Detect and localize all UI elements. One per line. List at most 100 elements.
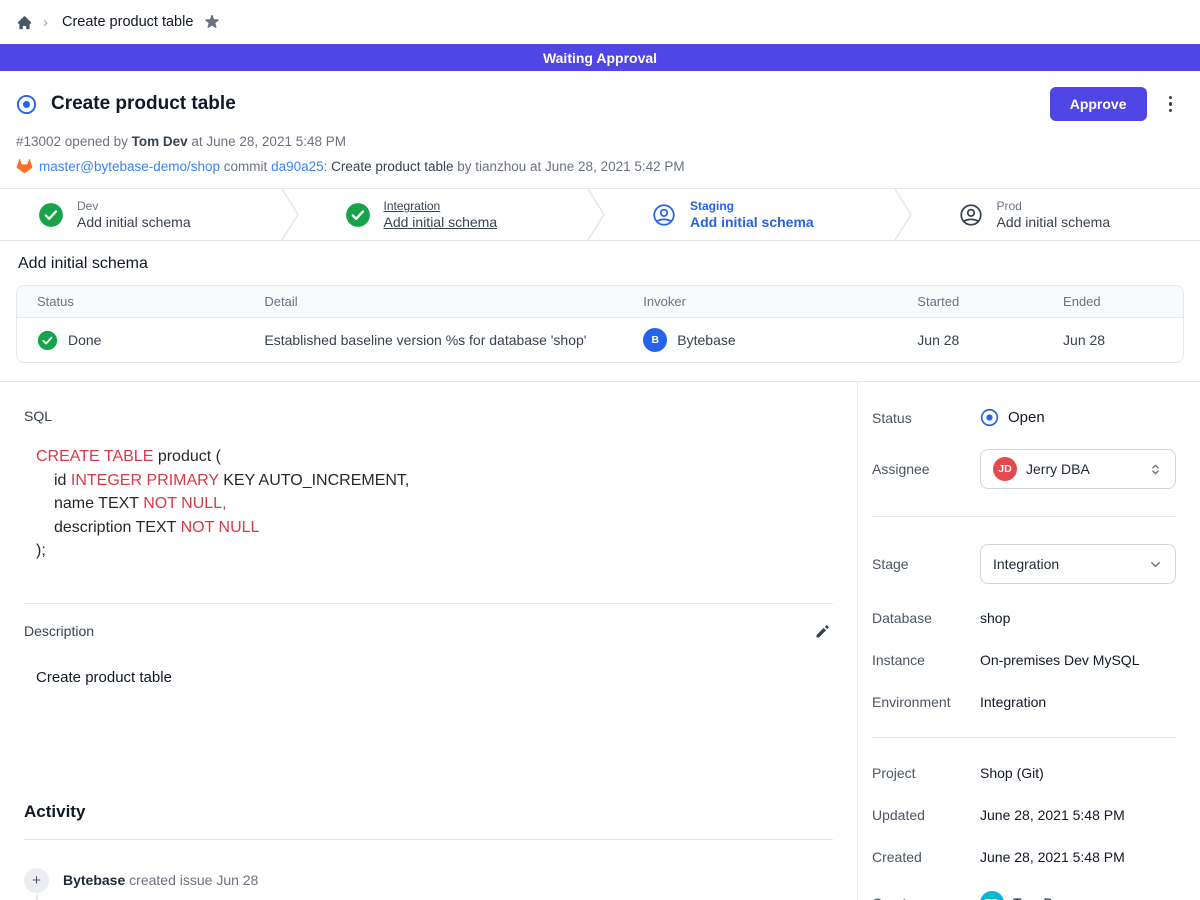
branch-repo-link[interactable]: master@bytebase-demo/shop	[39, 159, 220, 174]
created-value: June 28, 2021 5:48 PM	[980, 849, 1176, 865]
stage-env-label: Staging	[690, 199, 814, 213]
issue-number: #13002 opened by	[16, 134, 132, 149]
column-invoker: Invoker	[623, 286, 897, 318]
check-circle-icon	[345, 202, 371, 228]
database-value: shop	[980, 610, 1176, 626]
task-started: Jun 28	[917, 332, 959, 348]
instance-row: Instance On-premises Dev MySQL	[872, 652, 1176, 668]
environment-row: Environment Integration	[872, 694, 1176, 710]
divider	[24, 603, 833, 604]
created-row: Created June 28, 2021 5:48 PM	[872, 849, 1176, 865]
database-label: Database	[872, 610, 980, 626]
up-down-chevrons-icon	[1148, 462, 1163, 477]
vcs-commit-line: master@bytebase-demo/shop commit da90a25…	[16, 158, 1178, 174]
description-text: Create product table	[36, 669, 833, 686]
sql-line: name TEXT NOT NULL,	[36, 492, 833, 516]
stage-env-label: Prod	[997, 199, 1111, 213]
task-ended: Jun 28	[1063, 332, 1105, 348]
stage-staging[interactable]: StagingAdd initial schema	[613, 189, 894, 240]
assignee-row: Assignee JD Jerry DBA	[872, 449, 1176, 489]
stage-separator	[894, 189, 920, 240]
stage-dev[interactable]: DevAdd initial schema	[0, 189, 281, 240]
stage-separator	[587, 189, 613, 240]
stage-row: Stage Integration	[872, 544, 1176, 584]
column-status: Status	[17, 286, 244, 318]
task-heading: Add initial schema	[18, 255, 1184, 273]
environment-label: Environment	[872, 694, 980, 710]
approve-button[interactable]: Approve	[1050, 87, 1147, 121]
home-icon[interactable]	[16, 14, 33, 31]
table-header-row: Status Detail Invoker Started Ended	[17, 286, 1183, 318]
stage-integration[interactable]: IntegrationAdd initial schema	[307, 189, 588, 240]
assignee-value: Jerry DBA	[1026, 461, 1139, 477]
edit-description-pencil-icon[interactable]	[812, 621, 833, 642]
check-circle-icon	[38, 202, 64, 228]
more-actions-kebab-icon[interactable]	[1163, 92, 1179, 117]
open-status-icon	[980, 408, 999, 427]
breadcrumb: › Create product table	[0, 0, 1200, 44]
assignee-avatar: JD	[993, 457, 1017, 481]
created-label: Created	[872, 849, 980, 865]
issue-author: Tom Dev	[132, 134, 188, 149]
updated-value: June 28, 2021 5:48 PM	[980, 807, 1176, 823]
assignee-select[interactable]: JD Jerry DBA	[980, 449, 1176, 489]
stage-task-label: Add initial schema	[997, 214, 1111, 230]
pipeline-stages: DevAdd initial schema IntegrationAdd ini…	[0, 188, 1200, 241]
environment-value: Integration	[980, 694, 1176, 710]
plus-icon: +	[24, 868, 49, 893]
stage-task-label: Add initial schema	[690, 214, 814, 230]
stage-env-label: Dev	[77, 199, 191, 213]
column-started: Started	[897, 286, 1043, 318]
activity-heading: Activity	[24, 802, 833, 822]
divider	[24, 839, 833, 840]
commit-message: Create product table	[331, 159, 453, 174]
activity-item: + Bytebase created issue Jun 28	[24, 868, 833, 893]
sql-line: CREATE TABLE product (	[36, 445, 833, 469]
star-icon[interactable]	[203, 13, 221, 31]
issue-meta: #13002 opened by Tom Dev at June 28, 202…	[16, 134, 1178, 149]
sql-statement: CREATE TABLE product ( id INTEGER PRIMAR…	[36, 445, 833, 563]
commit-byline: by tianzhou at June 28, 2021 5:42 PM	[453, 159, 684, 174]
database-row: Database shop	[872, 610, 1176, 626]
creator-label: Creator	[872, 895, 980, 900]
issue-header: Create product table Approve #13002 open…	[0, 71, 1200, 188]
sql-line: id INTEGER PRIMARY KEY AUTO_INCREMENT,	[36, 469, 833, 493]
sql-label: SQL	[24, 408, 833, 424]
instance-label: Instance	[872, 652, 980, 668]
chevron-right-icon: ›	[43, 14, 48, 31]
stage-label: Stage	[872, 556, 980, 572]
project-label: Project	[872, 765, 980, 781]
waiting-approval-banner: Waiting Approval	[0, 44, 1200, 71]
task-status: Done	[68, 332, 101, 348]
stage-task-label: Add initial schema	[77, 214, 191, 230]
colon: :	[324, 159, 332, 174]
sql-line: );	[36, 539, 833, 563]
status-row: Status Open	[872, 408, 1176, 427]
column-detail: Detail	[244, 286, 623, 318]
banner-text: Waiting Approval	[543, 50, 657, 66]
stage-task-label: Add initial schema	[384, 214, 498, 230]
updated-row: Updated June 28, 2021 5:48 PM	[872, 807, 1176, 823]
issue-sidebar: Status Open Assignee JD Jerry DBA Stage	[858, 382, 1200, 900]
timeline-connector	[36, 895, 38, 900]
project-value: Shop (Git)	[980, 765, 1176, 781]
open-status-icon	[16, 94, 37, 115]
project-row: Project Shop (Git)	[872, 765, 1176, 781]
done-check-icon	[37, 330, 58, 351]
commit-hash-link[interactable]: da90a25	[271, 159, 324, 174]
content-area: SQL CREATE TABLE product ( id INTEGER PR…	[0, 381, 1200, 900]
assignee-label: Assignee	[872, 461, 980, 477]
stage-select[interactable]: Integration	[980, 544, 1176, 584]
table-row[interactable]: Done Established baseline version %s for…	[17, 318, 1183, 363]
user-circle-icon	[958, 202, 984, 228]
divider	[872, 737, 1176, 738]
task-detail: Established baseline version %s for data…	[264, 332, 586, 348]
instance-value: On-premises Dev MySQL	[980, 652, 1176, 668]
main-column: SQL CREATE TABLE product ( id INTEGER PR…	[0, 382, 858, 900]
stage-prod[interactable]: ProdAdd initial schema	[920, 189, 1200, 240]
task-invoker: Bytebase	[677, 332, 735, 348]
stage-env-label: Integration	[384, 199, 498, 213]
stage-separator	[281, 189, 307, 240]
divider	[872, 516, 1176, 517]
creator-avatar: TD	[980, 891, 1004, 900]
